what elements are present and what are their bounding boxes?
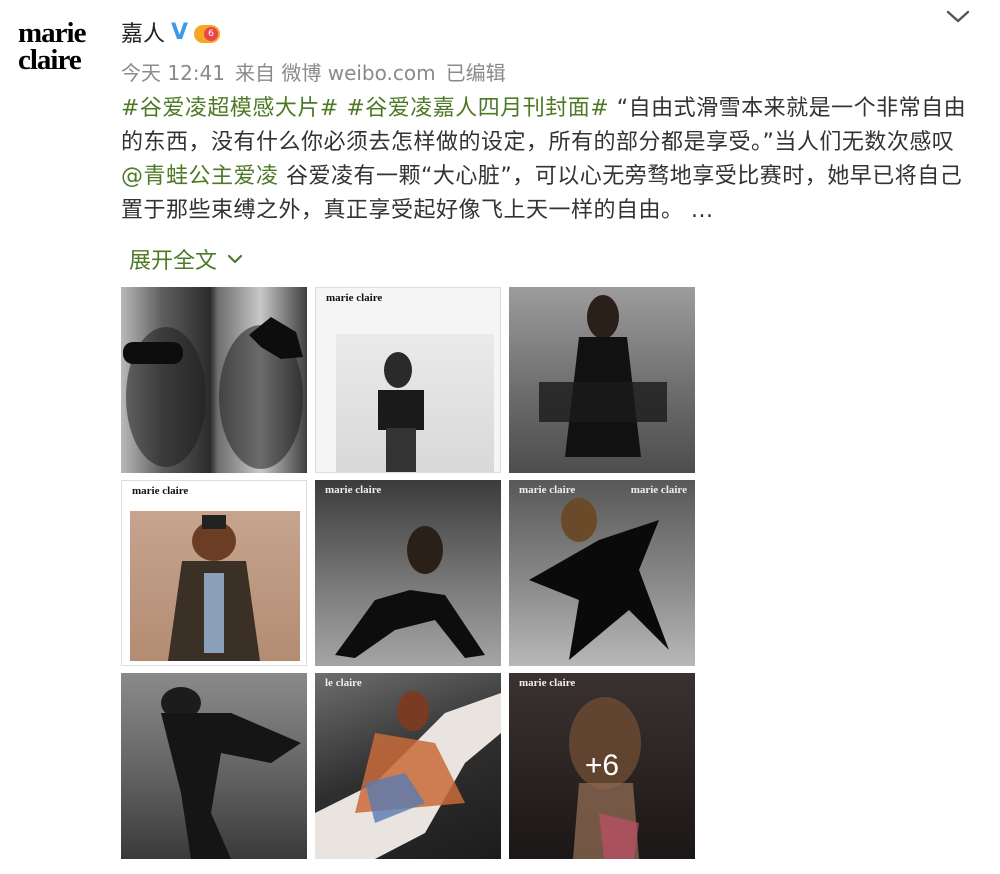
- topic-link[interactable]: #谷爱凌超模感大片#: [121, 96, 339, 121]
- photo-thumbnail[interactable]: marie claire marie claire: [509, 480, 695, 666]
- avatar-line2: claire: [18, 44, 82, 76]
- photo-thumbnail[interactable]: le claire: [315, 673, 501, 859]
- more-images-label: +6: [584, 749, 620, 782]
- photo-thumbnail[interactable]: [509, 287, 695, 473]
- expand-label: 展开全文: [129, 249, 218, 274]
- topic-link[interactable]: #谷爱凌嘉人四月刊封面#: [346, 96, 609, 121]
- photo-thumbnail[interactable]: marie claire: [315, 480, 501, 666]
- expand-full-text-button[interactable]: 展开全文: [129, 243, 243, 275]
- post-time[interactable]: 今天 12:41: [121, 57, 225, 86]
- photo-thumbnail[interactable]: marie claire: [121, 480, 307, 666]
- post-edited[interactable]: 已编辑: [446, 57, 506, 86]
- post-source: 来自 微博 weibo.com: [235, 61, 436, 85]
- avatar-line1: marie: [18, 17, 86, 49]
- chevron-down-icon: [227, 254, 243, 264]
- photo-thumbnail-more[interactable]: marie claire +6: [509, 673, 695, 859]
- avatar-marie-claire-logo[interactable]: marie claire: [18, 17, 106, 80]
- mention-link[interactable]: @青蛙公主爱凌: [121, 164, 279, 189]
- vip-level: 6: [204, 27, 219, 41]
- image-grid: marie claire marie claire marie claire m…: [121, 287, 695, 859]
- username-row: 嘉人 V 6: [121, 16, 221, 48]
- photo-thumbnail[interactable]: [121, 287, 307, 473]
- chevron-down-icon[interactable]: [944, 6, 972, 26]
- photo-thumbnail[interactable]: marie claire: [315, 287, 501, 473]
- vip-crown-icon: 6: [194, 21, 221, 43]
- username[interactable]: 嘉人: [121, 16, 165, 48]
- post-meta: 今天 12:41 来自 微博 weibo.com 已编辑: [121, 57, 506, 86]
- post-text: #谷爱凌超模感大片# #谷爱凌嘉人四月刊封面# “自由式滑雪本来就是一个非常自由…: [121, 92, 971, 228]
- photo-thumbnail[interactable]: [121, 673, 307, 859]
- verified-icon: V: [171, 19, 189, 45]
